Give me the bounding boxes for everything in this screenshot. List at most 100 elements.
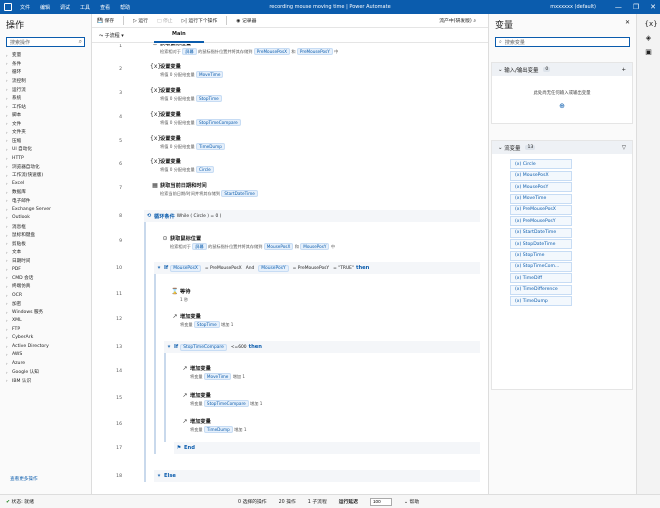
action-category[interactable]: › Google 认知 [0,368,91,377]
action-category[interactable]: › 文件 [0,120,91,129]
flow-variable-chip[interactable]: (x) PreMousePosX [510,204,572,215]
stop-button[interactable]: □ 停止 [157,17,173,24]
action-category[interactable]: › PDF [0,265,91,274]
action-category[interactable]: › 剪贴板 [0,239,91,248]
else-block[interactable]: ⑂ Else [154,470,480,482]
flow-action[interactable]: ⊙ 获取鼠标位置 检索相对于 屏幕 的鼠标指针位置并将其存储到 MousePosX … [160,235,480,250]
flow-action[interactable]: {x} 设置变量 将值 0 分配给变量 MoveTime [150,63,480,78]
action-category[interactable]: › Excel [0,179,91,188]
flow-action[interactable]: ▦ 获取当前日期和时间 检索当前日期/时间并将其存储到 StartDateTime [150,182,480,197]
menu-item[interactable]: 查看 [100,4,110,11]
flow-variable-chip[interactable]: (x) MousePosX [510,170,572,181]
menu-item[interactable]: 工具 [80,4,90,11]
flow-action[interactable]: {x} 设置变量 将值 0 分配给变量 StopTime [150,87,480,102]
action-category[interactable]: › XML [0,316,91,325]
flow-search[interactable]: 流产中(研发版) ⌕ [439,17,476,24]
variable-search-input[interactable]: ⌕ 搜索变量 [495,37,630,47]
flow-action[interactable]: ↗ 增加变量 将变量 StopTime 增加 1 [170,313,480,328]
action-category[interactable]: › 消息框 [0,222,91,231]
flow-variable-chip[interactable]: (x) StartDateTime [510,227,572,238]
flow-variable-chip[interactable]: (x) TimeDifference [510,284,572,295]
action-category[interactable]: › 加密 [0,299,91,308]
if2-block[interactable]: ⑂ If StopTimeCompare <=600 then [164,341,480,353]
minimize-icon[interactable]: — [615,3,622,11]
flow-action[interactable]: ↗ 增加变量 将变量 TimeDump 增加 1 [180,418,480,433]
action-category[interactable]: › 循环 [0,68,91,77]
if1-block[interactable]: ⑂ If MousePosX = PreMousePosX And MousePosY = … [154,262,480,274]
action-category[interactable]: › IBM 认识 [0,376,91,385]
action-category[interactable]: › 文件夹 [0,128,91,137]
action-category[interactable]: › CyberArk [0,334,91,343]
close-icon[interactable]: ✕ [650,3,656,11]
flow-variable-chip[interactable]: (x) StopTimeCom... [510,261,572,272]
end-block[interactable]: ⚑ End [174,442,480,454]
more-actions-link[interactable]: 查看更多操作 [10,476,38,482]
flow-action[interactable]: {x} 设置变量 将值 0 分配给变量 StopTimeCompare [150,111,480,126]
tab-main[interactable]: Main [154,27,204,43]
loop-block[interactable]: ⟲ 循环条件 While ( Circle ) = 0 ) [144,210,480,222]
recorder-button[interactable]: ◉ 记录器 [236,17,256,24]
action-category[interactable]: › Azure [0,359,91,368]
action-category[interactable]: › FTP [0,325,91,334]
flow-variable-chip[interactable]: (x) Circle [510,159,572,170]
action-category[interactable]: › 工作站 [0,102,91,111]
action-category[interactable]: › 浏览器自动化 [0,162,91,171]
user-account[interactable]: mxxxxxx (default) [550,4,596,10]
action-search-input[interactable]: 搜索操作 ⌕ [6,37,85,47]
flow-action[interactable]: {x} 设置变量 将值 0 分配给变量 TimeDump [150,135,480,150]
action-category[interactable]: › HTTP [0,154,91,163]
subflow-dropdown[interactable]: ⤳ 子流程 ▾ [92,32,144,39]
close-icon[interactable]: ✕ [625,19,630,26]
menu-item[interactable]: 文件 [20,4,30,11]
action-category[interactable]: › 终端仿真 [0,282,91,291]
action-category[interactable]: › 流控制 [0,77,91,86]
help-link[interactable]: ⌄ 帮助 [404,498,419,505]
menu-item[interactable]: 编辑 [40,4,50,11]
flow-action[interactable]: ↗ 增加变量 将变量 StopTimeCompare 增加 1 [180,392,480,407]
action-category[interactable]: › 日期时间 [0,257,91,266]
maximize-icon[interactable]: ❐ [633,3,639,11]
menu-item[interactable]: 帮助 [120,4,130,11]
flow-variable-chip[interactable]: (x) TimeDiff [510,273,572,284]
action-category[interactable]: › AWS [0,351,91,360]
save-button[interactable]: 💾 保存 [97,17,114,24]
run-button[interactable]: ▷ 运行 [133,17,148,24]
add-io-variable-icon[interactable]: ⊕ [492,102,632,110]
flow-variable-chip[interactable]: (x) StopDateTime [510,239,572,250]
variables-icon[interactable]: {x} [645,20,658,28]
flow-variable-chip[interactable]: (x) MousePosY [510,182,572,193]
flow-variable-chip[interactable]: (x) MoveTime [510,193,572,204]
action-category[interactable]: › Active Directory [0,342,91,351]
action-category[interactable]: › 文本 [0,248,91,257]
flow-action[interactable]: ↗ 增加变量 将变量 MoveTime 增加 1 [180,365,480,380]
flow-action[interactable]: ⌛ 等待 1 秒 [170,288,480,303]
add-icon[interactable]: + [621,67,626,73]
action-category[interactable]: › 运行流 [0,85,91,94]
action-category[interactable]: › Exchange Server [0,205,91,214]
flow-variable-chip[interactable]: (x) TimeDump [510,296,572,307]
layers-icon[interactable]: ◈ [645,34,653,42]
run-next-button[interactable]: ▷| 运行下个操作 [182,17,218,24]
image-icon[interactable]: ▣ [645,48,653,56]
flow-variable-chip[interactable]: (x) StopTime [510,250,572,261]
action-category[interactable]: › 系统 [0,94,91,103]
action-category[interactable]: › UI 自动化 [0,145,91,154]
flow-variable-chip[interactable]: (x) PreMousePosY [510,216,572,227]
action-category[interactable]: › 条件 [0,60,91,69]
run-delay-input[interactable] [369,497,392,506]
action-category[interactable]: › CMD 会话 [0,274,91,283]
flow-variables-header[interactable]: ⌄ 流变量 13 ▽ [492,141,632,154]
menu-item[interactable]: 调试 [60,4,70,11]
action-category[interactable]: › Outlook [0,214,91,223]
action-category[interactable]: › 变量 [0,51,91,60]
action-category[interactable]: › 鼠标和键盘 [0,231,91,240]
filter-icon[interactable]: ▽ [622,145,626,151]
flow-action[interactable]: {x} 设置变量 将值 0 分配给变量 Circle [150,158,480,173]
io-variables-header[interactable]: ⌄ 输入/输出变量 0 + [492,63,632,76]
action-category[interactable]: › 压缩 [0,137,91,146]
action-category[interactable]: › 工作流(快速版) [0,171,91,180]
action-category[interactable]: › 数据库 [0,188,91,197]
action-category[interactable]: › 脚本 [0,111,91,120]
action-category[interactable]: › OCR [0,291,91,300]
action-category[interactable]: › 电子邮件 [0,197,91,206]
